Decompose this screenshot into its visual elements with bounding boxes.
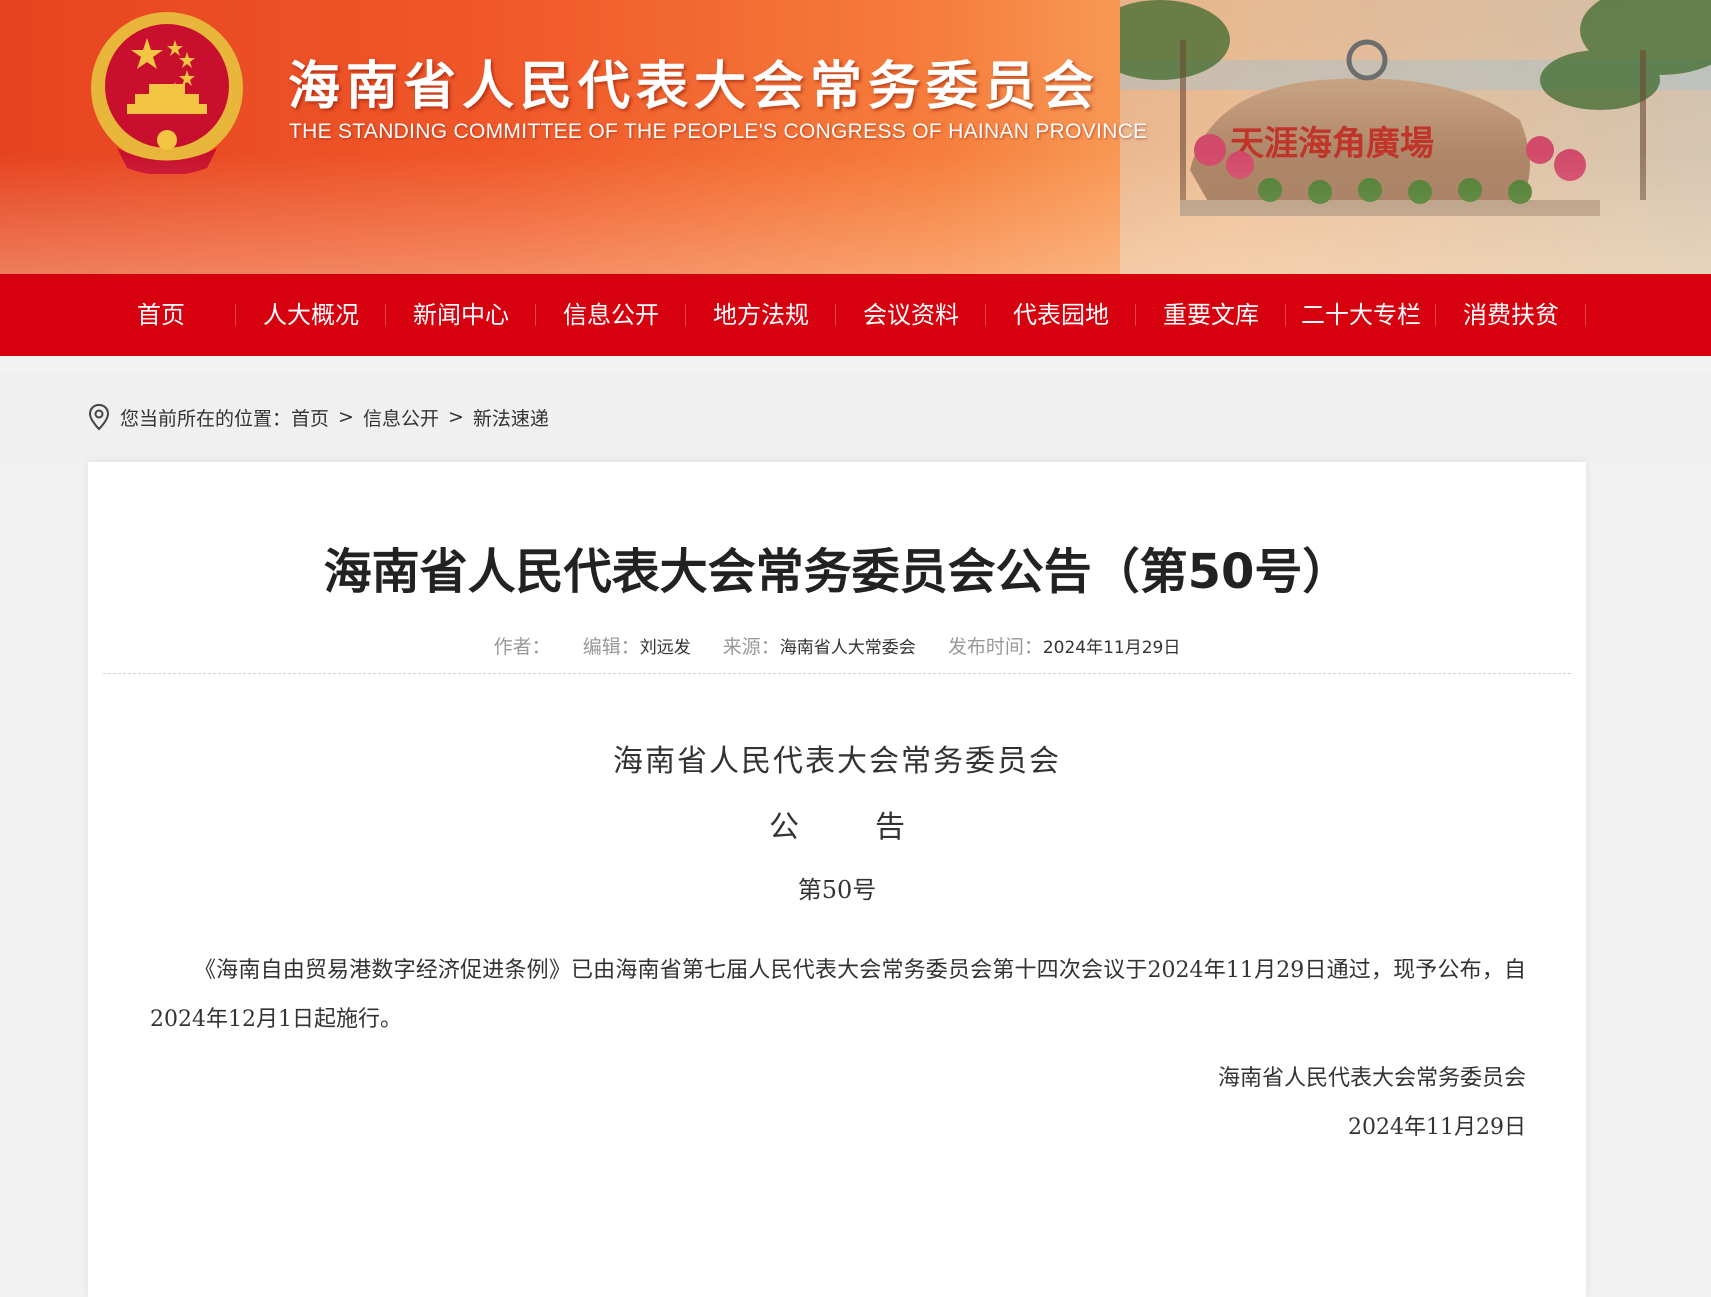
meta-author: 作者： xyxy=(494,636,557,658)
nav-item-news[interactable]: 新闻中心 xyxy=(386,274,536,356)
breadcrumb-link-disclosure[interactable]: 信息公开 xyxy=(363,404,439,431)
nav-item-poverty-relief[interactable]: 消费扶贫 xyxy=(1436,274,1586,356)
breadcrumb-prefix: 您当前所在的位置： xyxy=(120,407,292,430)
article-meta: 作者： 编辑：刘远发 来源：海南省人大常委会 发布时间：2024年11月29日 xyxy=(88,632,1586,659)
scenery-illustration: 天涯海角廣場 xyxy=(1120,0,1711,274)
nav-item-library[interactable]: 重要文库 xyxy=(1136,274,1286,356)
article-title: 海南省人民代表大会常务委员会公告（第50号） xyxy=(323,544,1351,600)
site-title: 海南省人民代表大会常务委员会 xyxy=(288,56,1101,117)
document-signature: 海南省人民代表大会常务委员会 xyxy=(1217,1066,1526,1091)
document-number: 第50号 xyxy=(797,876,877,904)
nav-item-disclosure[interactable]: 信息公开 xyxy=(536,274,686,356)
breadcrumb-link-new-laws[interactable]: 新法速递 xyxy=(473,404,549,431)
document-paragraph: 《海南自由贸易港数字经济促进条例》已由海南省第七届人民代表大会常务委员会第十四次… xyxy=(150,958,1526,1032)
meta-editor: 编辑：刘远发 xyxy=(583,636,697,658)
meta-source: 来源：海南省人大常委会 xyxy=(723,636,922,658)
meta-source-value: 海南省人大常委会 xyxy=(779,638,916,658)
meta-date-value: 2024年11月29日 xyxy=(1042,638,1181,658)
breadcrumb-link-home[interactable]: 首页 xyxy=(291,404,329,431)
document-sign-date: 2024年11月29日 xyxy=(1348,1115,1526,1140)
document-type-char: 公 xyxy=(769,810,799,845)
scenery-text: 天涯海角廣場 xyxy=(1230,124,1434,164)
breadcrumb-separator: > xyxy=(447,406,464,428)
nav-item-twentieth-congress[interactable]: 二十大专栏 xyxy=(1286,274,1436,356)
document-type-char: 告 xyxy=(875,810,905,845)
meta-author-label: 作者： xyxy=(493,636,551,658)
main-nav: 首页 人大概况 新闻中心 信息公开 地方法规 会议资料 代表园地 重要文库 二十… xyxy=(0,274,1711,356)
document-signature-block: 海南省人民代表大会常务委员会 2024年11月29日 xyxy=(1218,1054,1526,1152)
site-subtitle: THE STANDING COMMITTEE OF THE PEOPLE'S C… xyxy=(289,120,1148,143)
breadcrumb-separator: > xyxy=(338,406,354,428)
meta-editor-label: 编辑： xyxy=(582,636,640,658)
header-banner: 天涯海角廣場 海南省人民代表大会常务委员会 THE STANDING COMMI… xyxy=(0,0,1711,274)
meta-source-label: 来源： xyxy=(722,636,780,658)
meta-date: 发布时间：2024年11月29日 xyxy=(948,636,1181,658)
nav-item-deputies[interactable]: 代表园地 xyxy=(986,274,1136,356)
meta-divider xyxy=(103,673,1571,674)
nav-item-regulations[interactable]: 地方法规 xyxy=(686,274,836,356)
breadcrumb-bar: 您当前所在的位置： 首页 > 信息公开 > 新法速递 xyxy=(0,372,1711,462)
nav-item-home[interactable]: 首页 xyxy=(86,274,236,356)
location-pin-icon xyxy=(88,403,110,431)
nav-item-overview[interactable]: 人大概况 xyxy=(236,274,386,356)
meta-date-label: 发布时间： xyxy=(947,636,1043,658)
national-emblem-icon xyxy=(91,12,243,174)
article-card: 海南省人民代表大会常务委员会公告（第50号） 作者： 编辑：刘远发 来源：海南省… xyxy=(88,462,1586,1297)
breadcrumb: 您当前所在的位置： 首页 > 信息公开 > 新法速递 xyxy=(88,402,549,432)
nav-item-meetings[interactable]: 会议资料 xyxy=(836,274,986,356)
document-type: 公告 xyxy=(88,802,1586,846)
meta-editor-value: 刘远发 xyxy=(639,638,691,658)
document-issuer: 海南省人民代表大会常务委员会 xyxy=(613,744,1061,779)
